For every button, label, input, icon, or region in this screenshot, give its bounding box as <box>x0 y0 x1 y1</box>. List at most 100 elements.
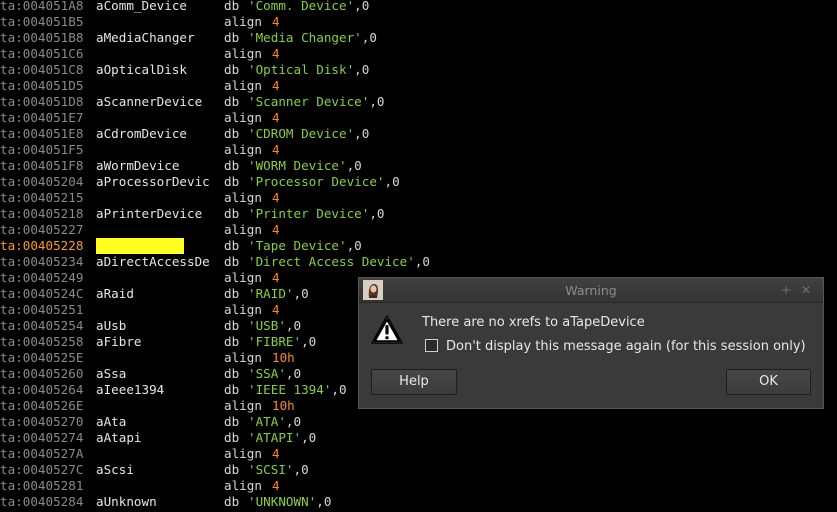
line-label[interactable]: aProcessorDevic <box>96 174 210 190</box>
string-literal: 'SCSI' <box>248 462 294 477</box>
operand-suffix: ,0 <box>285 366 302 381</box>
string-literal: 'CDROM Device' <box>248 126 355 141</box>
line-label[interactable]: aPrinterDevice <box>96 206 202 222</box>
operand-suffix: ,0 <box>293 462 309 477</box>
ok-button[interactable]: OK <box>726 369 811 395</box>
listing-line[interactable]: ta:004051E7 align 4 <box>0 110 837 126</box>
line-label[interactable]: aAtapi <box>96 430 142 446</box>
listing-line[interactable]: ta:004051A8 aComm_Device db 'Comm. Device',… <box>0 0 837 14</box>
line-label[interactable]: aIeee1394 <box>96 382 164 398</box>
line-label[interactable]: aOpticalDisk <box>96 62 187 78</box>
line-mnemonic: db <box>224 334 240 349</box>
line-operand: 4 <box>272 302 280 318</box>
line-label[interactable]: aUnknown <box>96 494 157 510</box>
listing-line[interactable]: ta:004051B5 align 4 <box>0 14 837 30</box>
listing-line[interactable]: ta:004051E8 aCdromDevice db 'CDROM Device',… <box>0 126 837 142</box>
line-address: ta:004051F5 <box>0 142 84 157</box>
line-operand: 'Optical Disk',0 <box>248 62 369 78</box>
listing-line[interactable]: ta:004051F8 aWormDevice db 'WORM Device',0 <box>0 158 837 174</box>
line-operand: 4 <box>272 110 280 126</box>
line-mnemonic: db <box>224 0 240 13</box>
string-literal: 'Printer Device' <box>248 206 370 221</box>
listing-line[interactable]: ta:00405228 db 'Tape Device',0 <box>0 238 837 254</box>
string-literal: 'Processor Device' <box>248 174 385 189</box>
line-address: ta:00405270 <box>0 414 84 429</box>
line-address: ta:004051F8 <box>0 158 84 173</box>
line-mnemonic: db <box>224 494 240 509</box>
listing-line[interactable]: ta:00405218 aPrinterDevice db 'Printer Devi… <box>0 206 837 222</box>
string-literal: 'Tape Device' <box>248 238 347 253</box>
line-mnemonic: align <box>224 398 262 413</box>
maximize-icon[interactable]: + <box>781 283 791 297</box>
listing-line[interactable]: ta:004051C8 aOpticalDisk db 'Optical Disk',… <box>0 62 837 78</box>
line-label[interactable]: aAta <box>96 414 126 430</box>
line-operand: 'FIBRE',0 <box>248 334 316 350</box>
listing-line[interactable]: ta:00405204 aProcessorDevic db 'Processor D… <box>0 174 837 190</box>
line-operand: 4 <box>272 46 280 62</box>
close-icon[interactable]: ✕ <box>801 283 811 297</box>
line-label[interactable]: aUsb <box>96 318 126 334</box>
line-mnemonic: align <box>224 446 262 461</box>
string-literal: 'USB' <box>248 318 286 333</box>
line-label[interactable]: aWormDevice <box>96 158 179 174</box>
line-operand: 'Tape Device',0 <box>248 238 362 254</box>
operand-suffix: ,0 <box>361 30 377 45</box>
line-mnemonic: db <box>224 238 240 253</box>
listing-line[interactable]: ta:00405234 aDirectAccessDe db 'Direct Acce… <box>0 254 837 270</box>
line-operand: 'Scanner Device',0 <box>248 94 385 110</box>
warning-triangle-icon <box>371 315 403 344</box>
string-literal: 'Scanner Device' <box>248 94 370 109</box>
line-address: ta:004051A8 <box>0 0 84 13</box>
line-label[interactable]: aScsi <box>96 462 134 478</box>
listing-line[interactable]: ta:00405281 align 4 <box>0 478 837 494</box>
listing-line[interactable]: ta:00405227 align 4 <box>0 222 837 238</box>
listing-line[interactable]: ta:0040527A align 4 <box>0 446 837 462</box>
string-literal: 'Optical Disk' <box>248 62 355 77</box>
dialog-message: There are no xrefs to aTapeDevice <box>422 315 645 330</box>
selected-name-highlight[interactable] <box>96 238 184 254</box>
line-label[interactable]: aComm_Device <box>96 0 187 14</box>
line-label[interactable]: aFibre <box>96 334 142 350</box>
line-address: ta:00405260 <box>0 366 84 381</box>
numeric-operand: 4 <box>272 78 280 93</box>
operand-suffix: ,0 <box>285 318 302 333</box>
line-address: ta:004051C6 <box>0 46 84 61</box>
line-label[interactable]: aRaid <box>96 286 134 302</box>
line-address: ta:0040525E <box>0 350 84 365</box>
operand-suffix: ,0 <box>301 334 317 349</box>
line-label[interactable]: aMediaChanger <box>96 30 195 46</box>
dont-show-again-label[interactable]: Don't display this message again (for th… <box>446 339 806 354</box>
line-operand: 4 <box>272 190 280 206</box>
line-label[interactable]: aDirectAccessDe <box>96 254 210 270</box>
listing-line[interactable]: ta:004051F5 align 4 <box>0 142 837 158</box>
listing-line[interactable]: ta:00405274 aAtapi db 'ATAPI',0 <box>0 430 837 446</box>
line-operand: 'Printer Device',0 <box>248 206 385 222</box>
line-label[interactable]: aScannerDevice <box>96 94 202 110</box>
line-label[interactable]: aSsa <box>96 366 126 382</box>
line-operand: 'UNKNOWN',0 <box>248 494 331 510</box>
line-mnemonic: db <box>224 62 240 77</box>
numeric-operand: 4 <box>272 46 280 61</box>
operand-suffix: ,0 <box>354 126 370 141</box>
numeric-operand: 4 <box>272 142 280 157</box>
dialog-titlebar[interactable]: Warning + ✕ <box>359 278 823 303</box>
listing-line[interactable]: ta:00405270 aAta db 'ATA',0 <box>0 414 837 430</box>
listing-line[interactable]: ta:004051C6 align 4 <box>0 46 837 62</box>
listing-line[interactable]: ta:00405215 align 4 <box>0 190 837 206</box>
listing-line[interactable]: ta:0040527C aScsi db 'SCSI',0 <box>0 462 837 478</box>
listing-line[interactable]: ta:00405284 aUnknown db 'UNKNOWN',0 <box>0 494 837 510</box>
numeric-operand: 4 <box>272 190 280 205</box>
help-button[interactable]: Help <box>371 369 457 395</box>
dont-show-again-checkbox[interactable] <box>425 339 438 352</box>
line-mnemonic: db <box>224 286 240 301</box>
listing-line[interactable]: ta:004051D8 aScannerDevice db 'Scanner Devi… <box>0 94 837 110</box>
line-address: ta:0040527A <box>0 446 84 461</box>
operand-suffix: ,0 <box>285 414 302 429</box>
line-mnemonic: align <box>224 270 262 285</box>
listing-line[interactable]: ta:004051D5 align 4 <box>0 78 837 94</box>
line-label[interactable]: aCdromDevice <box>96 126 187 142</box>
listing-line[interactable]: ta:004051B8 aMediaChanger db 'Media Changer… <box>0 30 837 46</box>
line-address: ta:004051E7 <box>0 110 84 125</box>
operand-suffix: ,0 <box>354 0 370 13</box>
disassembly-listing[interactable]: ta:004051A8 aComm_Device db 'Comm. Device',… <box>0 0 837 510</box>
